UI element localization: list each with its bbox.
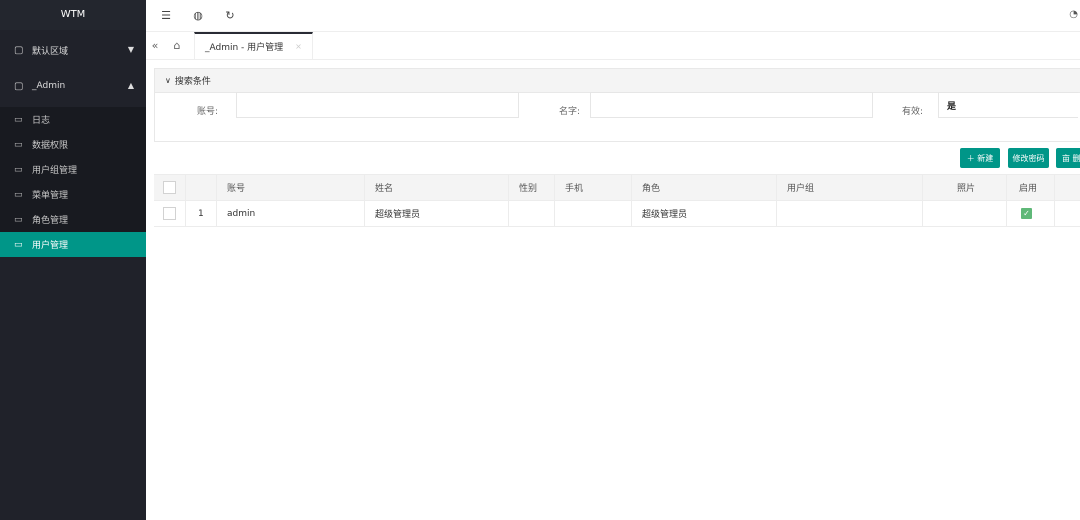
caret-down-icon: ▼	[127, 45, 134, 54]
double-chevron-left-icon[interactable]: «	[146, 32, 164, 59]
sidebar: WTM ▢ 默认区域 ▼ ▢ _Admin ▲ ▭ 日志 ▭ 数据权限 ▭ 用户…	[0, 0, 146, 520]
folder-outline-icon: ▭	[14, 164, 23, 175]
sidebar-item-role[interactable]: ▭ 角色管理	[0, 207, 146, 232]
sidebar-group-admin[interactable]: ▢ _Admin ▲	[0, 71, 146, 101]
sidebar-group-label: _Admin	[32, 81, 66, 91]
sidebar-group-label: 默认区域	[32, 46, 69, 57]
row-account: admin	[216, 201, 364, 226]
row-role: 超级管理员	[631, 201, 776, 226]
caret-up-icon: ▲	[127, 81, 134, 90]
tab-bar: « ⌂ _Admin - 用户管理 ×	[146, 32, 1080, 60]
name-label: 名字:	[559, 107, 581, 117]
sidebar-item-label: 用户管理	[32, 241, 69, 251]
gender-header[interactable]: 性别	[508, 175, 554, 200]
account-label: 账号:	[197, 107, 219, 117]
folder-outline-icon: ▭	[14, 114, 23, 125]
sidebar-item-user-group[interactable]: ▭ 用户组管理	[0, 157, 146, 182]
search-panel-header[interactable]: ∨ 搜索条件	[155, 69, 1080, 93]
chevron-down-icon: ∨	[165, 76, 171, 85]
select-all-cell	[154, 175, 185, 200]
app-window: WTM ▢ 默认区域 ▼ ▢ _Admin ▲ ▭ 日志 ▭ 数据权限 ▭ 用户…	[0, 0, 1080, 520]
folder-outline-icon: ▭	[14, 214, 23, 225]
menu-toggle-icon[interactable]: ☰	[154, 9, 178, 22]
sidebar-item-user[interactable]: ▭ 用户管理	[0, 232, 146, 257]
user-table: 账号 姓名 性别 手机 角色 用户组 照片 启用 1 admin 超级管理员 超…	[154, 174, 1080, 227]
valid-select-value: 是	[947, 101, 957, 112]
row-phone	[554, 201, 631, 226]
brand-logo: WTM	[0, 0, 146, 30]
valid-label: 有效:	[902, 107, 924, 117]
row-index: 1	[185, 201, 216, 226]
row-gender	[508, 201, 554, 226]
tab-admin-user-management[interactable]: _Admin - 用户管理 ×	[194, 32, 313, 59]
folder-outline-icon: ▭	[14, 239, 23, 250]
account-header[interactable]: 账号	[216, 175, 364, 200]
sidebar-submenu: ▭ 日志 ▭ 数据权限 ▭ 用户组管理 ▭ 菜单管理 ▭ 角色管理 ▭ 用户管理	[0, 107, 146, 257]
enabled-header[interactable]: 启用	[1006, 175, 1054, 200]
folder-outline-icon: ▭	[14, 189, 23, 200]
row-photo	[922, 201, 1006, 226]
folder-icon: ▢	[14, 44, 24, 56]
name-input[interactable]	[590, 92, 873, 118]
close-icon[interactable]: ×	[295, 42, 302, 51]
new-button[interactable]: ＋ 新建	[960, 148, 1000, 168]
top-toolbar: ☰ ◍ ↻ ◔	[146, 0, 1080, 32]
table-header-row: 账号 姓名 性别 手机 角色 用户组 照片 启用	[154, 174, 1080, 201]
folder-icon: ▢	[14, 80, 24, 92]
group-header[interactable]: 用户组	[776, 175, 922, 200]
row-checkbox[interactable]	[163, 207, 176, 220]
delete-button[interactable]: 亩 删	[1056, 148, 1080, 168]
role-header[interactable]: 角色	[631, 175, 776, 200]
tab-label: _Admin - 用户管理	[205, 43, 284, 53]
sidebar-group-default-area[interactable]: ▢ 默认区域 ▼	[0, 35, 146, 65]
phone-header[interactable]: 手机	[554, 175, 631, 200]
sidebar-item-log[interactable]: ▭ 日志	[0, 107, 146, 132]
refresh-icon[interactable]: ↻	[218, 9, 242, 22]
row-select-cell	[154, 201, 185, 226]
sidebar-item-menu[interactable]: ▭ 菜单管理	[0, 182, 146, 207]
theme-icon[interactable]: ◔	[1069, 9, 1078, 20]
enabled-check-icon: ✓	[1021, 208, 1032, 219]
sidebar-item-label: 数据权限	[32, 141, 69, 151]
actions-header	[1054, 175, 1080, 200]
row-group	[776, 201, 922, 226]
sidebar-item-data-permission[interactable]: ▭ 数据权限	[0, 132, 146, 157]
sidebar-item-label: 日志	[32, 116, 51, 126]
globe-icon[interactable]: ◍	[186, 9, 210, 22]
index-header	[185, 175, 216, 200]
home-icon[interactable]: ⌂	[164, 32, 190, 59]
sidebar-item-label: 角色管理	[32, 216, 69, 226]
row-actions	[1054, 201, 1080, 226]
change-password-button[interactable]: 修改密码	[1008, 148, 1049, 168]
sidebar-item-label: 菜单管理	[32, 191, 69, 201]
row-name: 超级管理员	[364, 201, 508, 226]
account-input[interactable]	[236, 92, 519, 118]
photo-header[interactable]: 照片	[922, 175, 1006, 200]
valid-select[interactable]: 是	[938, 92, 1078, 118]
select-all-checkbox[interactable]	[163, 181, 176, 194]
row-enabled-cell: ✓	[1006, 201, 1054, 226]
search-panel-title: 搜索条件	[174, 77, 211, 87]
main-content: ∨ 搜索条件 账号: 名字: 有效: 是 ＋ 新建 修改密码 亩 删 账号 姓名…	[146, 60, 1080, 520]
folder-outline-icon: ▭	[14, 139, 23, 150]
table-row[interactable]: 1 admin 超级管理员 超级管理员 ✓	[154, 201, 1080, 227]
name-header[interactable]: 姓名	[364, 175, 508, 200]
sidebar-item-label: 用户组管理	[32, 166, 78, 176]
